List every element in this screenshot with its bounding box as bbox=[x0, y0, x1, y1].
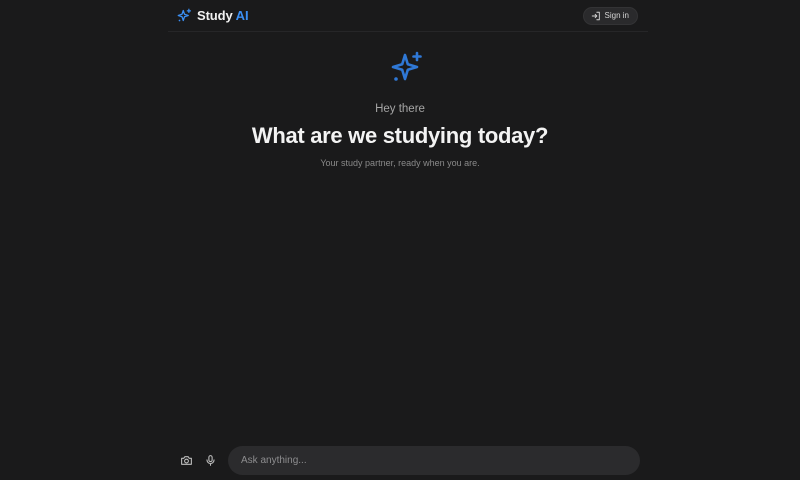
app-root: Study AI Sign in Hey there What are we s… bbox=[0, 0, 800, 480]
microphone-icon bbox=[205, 455, 215, 466]
sign-in-button[interactable]: Sign in bbox=[582, 6, 638, 25]
message-composer bbox=[176, 446, 640, 475]
microphone-button[interactable] bbox=[202, 453, 218, 469]
brand-name-main: Study bbox=[197, 8, 233, 23]
sign-in-label: Sign in bbox=[604, 11, 629, 20]
camera-button[interactable] bbox=[178, 453, 194, 469]
sparkles-icon bbox=[177, 8, 192, 23]
greeting-text: Hey there bbox=[375, 103, 425, 115]
brand-name: Study AI bbox=[197, 8, 249, 23]
page-subtitle: Your study partner, ready when you are. bbox=[320, 158, 480, 168]
ask-input-container[interactable] bbox=[228, 446, 640, 475]
sparkles-icon bbox=[390, 50, 424, 84]
top-bar: Study AI Sign in bbox=[168, 0, 648, 32]
brand-name-accent: AI bbox=[235, 8, 249, 23]
camera-icon bbox=[180, 456, 192, 465]
sign-in-icon bbox=[591, 11, 601, 21]
page-title: What are we studying today? bbox=[251, 123, 549, 148]
ask-input[interactable] bbox=[241, 455, 640, 466]
brand-logo[interactable]: Study AI bbox=[177, 8, 249, 23]
